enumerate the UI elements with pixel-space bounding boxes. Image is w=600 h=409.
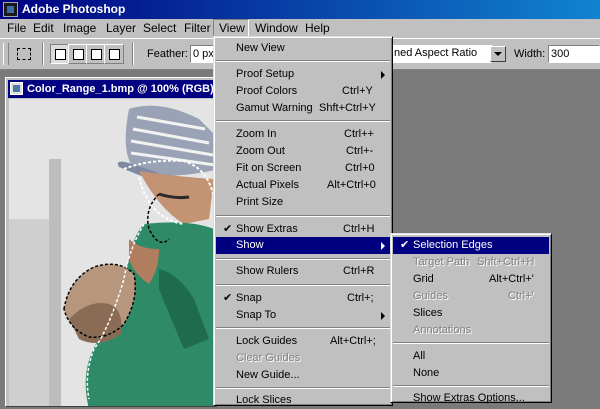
show-all[interactable]: All	[393, 348, 549, 365]
show-guides[interactable]: Guides Ctrl+'	[393, 288, 549, 305]
view-menu: New View Proof Setup Proof Colors Ctrl+Y …	[213, 36, 393, 406]
view-menu-snap-to[interactable]: Snap To	[216, 307, 390, 324]
new-selection-icon[interactable]	[50, 44, 70, 64]
view-menu-fit-on-screen[interactable]: Fit on Screen Ctrl+0	[216, 160, 390, 177]
view-menu-gamut-warning[interactable]: Gamut Warning Shft+Ctrl+Y	[216, 100, 390, 117]
selection-mode-group	[50, 44, 124, 64]
photoshop-app-icon[interactable]	[3, 2, 18, 17]
document-window: Color_Range_1.bmp @ 100% (RGB)	[5, 77, 217, 407]
document-title: Color_Range_1.bmp @ 100% (RGB)	[27, 83, 214, 95]
menu-select[interactable]: Select	[138, 19, 181, 38]
rectangular-marquee-icon[interactable]	[14, 45, 34, 63]
photo-image	[9, 99, 214, 406]
menu-separator	[393, 385, 549, 387]
add-to-selection-icon[interactable]	[68, 44, 88, 64]
app-title-bar: Adobe Photoshop	[0, 0, 600, 19]
show-extras-options[interactable]: Show Extras Options...	[393, 390, 549, 407]
view-menu-actual-pixels[interactable]: Actual Pixels Alt+Ctrl+0	[216, 177, 390, 194]
check-mark-icon: ✔	[400, 239, 410, 251]
options-separator	[132, 43, 134, 65]
menu-separator	[216, 258, 390, 260]
menu-edit[interactable]: Edit	[28, 19, 59, 38]
show-target-path[interactable]: Target Path Shft+Ctrl+H	[393, 254, 549, 271]
check-mark-icon: ✔	[223, 292, 233, 304]
document-canvas[interactable]	[9, 99, 214, 406]
menu-separator	[216, 60, 390, 62]
view-menu-proof-setup[interactable]: Proof Setup	[216, 66, 390, 83]
document-icon[interactable]	[10, 82, 23, 95]
menu-separator	[216, 120, 390, 122]
view-menu-print-size[interactable]: Print Size	[216, 194, 390, 211]
show-slices[interactable]: Slices	[393, 305, 549, 322]
show-submenu: ✔ Selection Edges Target Path Shft+Ctrl+H …	[390, 233, 552, 404]
check-mark-icon: ✔	[223, 223, 233, 235]
menu-separator	[216, 327, 390, 329]
view-menu-zoom-out[interactable]: Zoom Out Ctrl+-	[216, 143, 390, 160]
submenu-arrow-icon	[381, 242, 385, 250]
view-menu-zoom-in[interactable]: Zoom In Ctrl++	[216, 126, 390, 143]
view-menu-proof-colors[interactable]: Proof Colors Ctrl+Y	[216, 83, 390, 100]
show-selection-edges[interactable]: ✔ Selection Edges	[393, 237, 549, 254]
subtract-from-selection-icon[interactable]	[86, 44, 106, 64]
submenu-arrow-icon	[381, 71, 385, 79]
menu-separator	[393, 342, 549, 344]
submenu-arrow-icon	[381, 312, 385, 320]
style-dropdown-arrow-icon[interactable]	[490, 46, 506, 62]
width-input[interactable]: 300	[548, 45, 600, 63]
options-separator	[42, 43, 44, 65]
menu-image[interactable]: Image	[58, 19, 101, 38]
view-menu-clear-guides[interactable]: Clear Guides	[216, 350, 390, 367]
options-bar-grip[interactable]	[3, 43, 9, 65]
menu-separator	[216, 215, 390, 217]
view-menu-show[interactable]: Show	[216, 237, 390, 254]
view-menu-show-rulers[interactable]: Show Rulers Ctrl+R	[216, 263, 390, 280]
app-title: Adobe Photoshop	[22, 2, 126, 16]
view-menu-new-view[interactable]: New View	[216, 40, 390, 57]
view-menu-show-extras[interactable]: ✔ Show Extras Ctrl+H	[216, 221, 390, 238]
feather-label: Feather:	[147, 48, 188, 60]
show-none[interactable]: None	[393, 365, 549, 382]
menu-separator	[216, 284, 390, 286]
menu-file[interactable]: File	[2, 19, 31, 38]
view-menu-snap[interactable]: ✔ Snap Ctrl+;	[216, 290, 390, 307]
menu-separator	[216, 387, 390, 389]
intersect-selection-icon[interactable]	[104, 44, 124, 64]
view-menu-new-guide[interactable]: New Guide...	[216, 367, 390, 384]
show-annotations[interactable]: Annotations	[393, 322, 549, 339]
menu-filter[interactable]: Filter	[179, 19, 216, 38]
view-menu-lock-guides[interactable]: Lock Guides Alt+Ctrl+;	[216, 333, 390, 350]
document-title-bar[interactable]: Color_Range_1.bmp @ 100% (RGB)	[8, 80, 216, 98]
width-label: Width:	[514, 48, 546, 60]
menu-layer[interactable]: Layer	[101, 19, 141, 38]
show-grid[interactable]: Grid Alt+Ctrl+'	[393, 271, 549, 288]
style-select[interactable]: ned Aspect Ratio	[392, 45, 492, 63]
